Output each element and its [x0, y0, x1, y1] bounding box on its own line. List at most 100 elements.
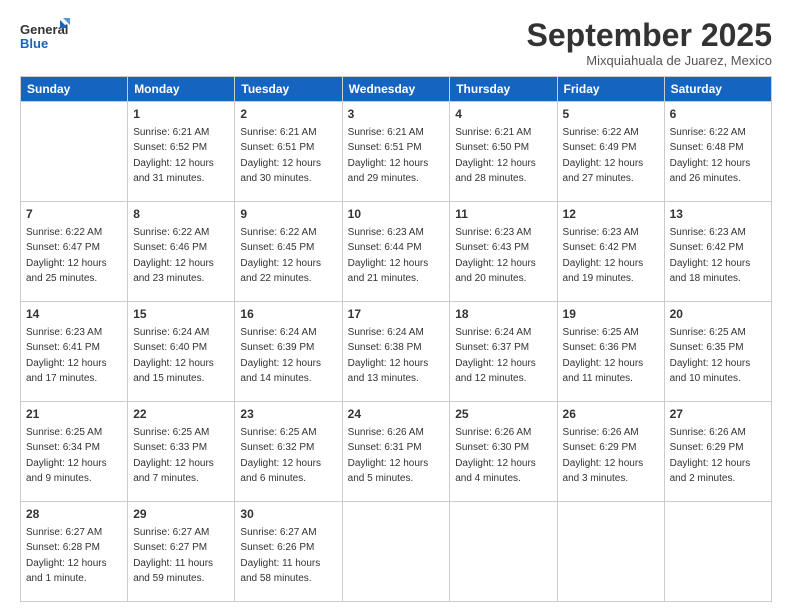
day-number: 8	[133, 206, 229, 223]
day-number: 19	[563, 306, 659, 323]
day-info: Sunrise: 6:23 AM Sunset: 6:42 PM Dayligh…	[563, 227, 644, 284]
day-number: 24	[348, 406, 445, 423]
calendar-cell	[21, 102, 128, 202]
week-row-2: 7Sunrise: 6:22 AM Sunset: 6:47 PM Daylig…	[21, 202, 772, 302]
calendar-body: 1 Sunrise: 6:21 AM Sunset: 6:52 PM Daylig…	[21, 102, 772, 602]
calendar-cell: 5 Sunrise: 6:22 AM Sunset: 6:49 PM Daylig…	[557, 102, 664, 202]
calendar-cell: 6 Sunrise: 6:22 AM Sunset: 6:48 PM Daylig…	[664, 102, 771, 202]
day-info: Sunrise: 6:22 AM Sunset: 6:45 PM Dayligh…	[240, 227, 321, 284]
calendar-cell: 29Sunrise: 6:27 AM Sunset: 6:27 PM Dayli…	[128, 502, 235, 602]
svg-text:Blue: Blue	[20, 36, 48, 51]
day-info: Sunrise: 6:26 AM Sunset: 6:31 PM Dayligh…	[348, 427, 429, 484]
logo: General Blue	[20, 18, 70, 56]
day-number: 16	[240, 306, 336, 323]
calendar-cell: 19 Sunrise: 6:25 AM Sunset: 6:36 PM Dayli…	[557, 302, 664, 402]
calendar-cell: 24 Sunrise: 6:26 AM Sunset: 6:31 PM Dayli…	[342, 402, 450, 502]
day-number: 20	[670, 306, 766, 323]
day-info: Sunrise: 6:25 AM Sunset: 6:33 PM Dayligh…	[133, 427, 214, 484]
header: General Blue September 2025 Mixquiahuala…	[20, 18, 772, 68]
day-info: Sunrise: 6:27 AM Sunset: 6:26 PM Dayligh…	[240, 527, 320, 584]
day-info: Sunrise: 6:24 AM Sunset: 6:40 PM Dayligh…	[133, 327, 214, 384]
calendar-cell: 20 Sunrise: 6:25 AM Sunset: 6:35 PM Dayli…	[664, 302, 771, 402]
calendar-cell: 8Sunrise: 6:22 AM Sunset: 6:46 PM Daylig…	[128, 202, 235, 302]
day-info: Sunrise: 6:21 AM Sunset: 6:51 PM Dayligh…	[240, 127, 321, 184]
calendar-cell: 15 Sunrise: 6:24 AM Sunset: 6:40 PM Dayli…	[128, 302, 235, 402]
calendar-cell: 10 Sunrise: 6:23 AM Sunset: 6:44 PM Dayli…	[342, 202, 450, 302]
day-info: Sunrise: 6:24 AM Sunset: 6:39 PM Dayligh…	[240, 327, 321, 384]
header-monday: Monday	[128, 77, 235, 102]
calendar-cell	[342, 502, 450, 602]
day-number: 10	[348, 206, 445, 223]
day-number: 2	[240, 106, 336, 123]
calendar-cell: 23 Sunrise: 6:25 AM Sunset: 6:32 PM Dayli…	[235, 402, 342, 502]
header-wednesday: Wednesday	[342, 77, 450, 102]
day-number: 15	[133, 306, 229, 323]
day-info: Sunrise: 6:21 AM Sunset: 6:52 PM Dayligh…	[133, 127, 214, 184]
calendar-cell: 3Sunrise: 6:21 AM Sunset: 6:51 PM Daylig…	[342, 102, 450, 202]
calendar-table: SundayMondayTuesdayWednesdayThursdayFrid…	[20, 76, 772, 602]
day-number: 12	[563, 206, 659, 223]
day-info: Sunrise: 6:24 AM Sunset: 6:37 PM Dayligh…	[455, 327, 536, 384]
day-info: Sunrise: 6:25 AM Sunset: 6:34 PM Dayligh…	[26, 427, 107, 484]
day-number: 14	[26, 306, 122, 323]
calendar-cell: 16 Sunrise: 6:24 AM Sunset: 6:39 PM Dayli…	[235, 302, 342, 402]
day-info: Sunrise: 6:22 AM Sunset: 6:49 PM Dayligh…	[563, 127, 644, 184]
calendar-header-row: SundayMondayTuesdayWednesdayThursdayFrid…	[21, 77, 772, 102]
calendar-cell: 26Sunrise: 6:26 AM Sunset: 6:29 PM Dayli…	[557, 402, 664, 502]
calendar-cell: 22 Sunrise: 6:25 AM Sunset: 6:33 PM Dayli…	[128, 402, 235, 502]
calendar-cell	[557, 502, 664, 602]
day-number: 1	[133, 106, 229, 123]
title-block: September 2025 Mixquiahuala de Juarez, M…	[527, 18, 772, 68]
calendar-cell: 27 Sunrise: 6:26 AM Sunset: 6:29 PM Dayli…	[664, 402, 771, 502]
day-info: Sunrise: 6:22 AM Sunset: 6:48 PM Dayligh…	[670, 127, 751, 184]
header-thursday: Thursday	[450, 77, 557, 102]
day-number: 7	[26, 206, 122, 223]
calendar-cell: 9 Sunrise: 6:22 AM Sunset: 6:45 PM Daylig…	[235, 202, 342, 302]
day-info: Sunrise: 6:23 AM Sunset: 6:41 PM Dayligh…	[26, 327, 107, 384]
calendar-cell: 13Sunrise: 6:23 AM Sunset: 6:42 PM Dayli…	[664, 202, 771, 302]
day-number: 26	[563, 406, 659, 423]
calendar-cell: 21Sunrise: 6:25 AM Sunset: 6:34 PM Dayli…	[21, 402, 128, 502]
day-info: Sunrise: 6:21 AM Sunset: 6:51 PM Dayligh…	[348, 127, 429, 184]
day-info: Sunrise: 6:26 AM Sunset: 6:29 PM Dayligh…	[670, 427, 751, 484]
calendar-cell: 14 Sunrise: 6:23 AM Sunset: 6:41 PM Dayli…	[21, 302, 128, 402]
day-number: 6	[670, 106, 766, 123]
day-info: Sunrise: 6:23 AM Sunset: 6:42 PM Dayligh…	[670, 227, 751, 284]
calendar-cell	[664, 502, 771, 602]
day-number: 9	[240, 206, 336, 223]
day-info: Sunrise: 6:21 AM Sunset: 6:50 PM Dayligh…	[455, 127, 536, 184]
main-title: September 2025	[527, 18, 772, 53]
day-number: 4	[455, 106, 551, 123]
day-number: 5	[563, 106, 659, 123]
week-row-3: 14 Sunrise: 6:23 AM Sunset: 6:41 PM Dayli…	[21, 302, 772, 402]
day-info: Sunrise: 6:27 AM Sunset: 6:28 PM Dayligh…	[26, 527, 107, 584]
day-info: Sunrise: 6:23 AM Sunset: 6:43 PM Dayligh…	[455, 227, 536, 284]
header-saturday: Saturday	[664, 77, 771, 102]
calendar-cell: 7Sunrise: 6:22 AM Sunset: 6:47 PM Daylig…	[21, 202, 128, 302]
day-info: Sunrise: 6:27 AM Sunset: 6:27 PM Dayligh…	[133, 527, 213, 584]
day-info: Sunrise: 6:25 AM Sunset: 6:35 PM Dayligh…	[670, 327, 751, 384]
calendar-cell: 25Sunrise: 6:26 AM Sunset: 6:30 PM Dayli…	[450, 402, 557, 502]
day-number: 30	[240, 506, 336, 523]
subtitle: Mixquiahuala de Juarez, Mexico	[527, 53, 772, 68]
logo-svg: General Blue	[20, 18, 70, 56]
calendar-cell: 18Sunrise: 6:24 AM Sunset: 6:37 PM Dayli…	[450, 302, 557, 402]
page: General Blue September 2025 Mixquiahuala…	[0, 0, 792, 612]
day-number: 23	[240, 406, 336, 423]
day-info: Sunrise: 6:24 AM Sunset: 6:38 PM Dayligh…	[348, 327, 429, 384]
calendar-cell	[450, 502, 557, 602]
calendar-cell: 11Sunrise: 6:23 AM Sunset: 6:43 PM Dayli…	[450, 202, 557, 302]
day-info: Sunrise: 6:23 AM Sunset: 6:44 PM Dayligh…	[348, 227, 429, 284]
day-info: Sunrise: 6:26 AM Sunset: 6:30 PM Dayligh…	[455, 427, 536, 484]
day-number: 27	[670, 406, 766, 423]
week-row-1: 1 Sunrise: 6:21 AM Sunset: 6:52 PM Daylig…	[21, 102, 772, 202]
day-info: Sunrise: 6:25 AM Sunset: 6:36 PM Dayligh…	[563, 327, 644, 384]
header-friday: Friday	[557, 77, 664, 102]
calendar-cell: 4 Sunrise: 6:21 AM Sunset: 6:50 PM Daylig…	[450, 102, 557, 202]
day-number: 22	[133, 406, 229, 423]
calendar-cell: 2 Sunrise: 6:21 AM Sunset: 6:51 PM Daylig…	[235, 102, 342, 202]
calendar-cell: 12 Sunrise: 6:23 AM Sunset: 6:42 PM Dayli…	[557, 202, 664, 302]
calendar-cell: 28Sunrise: 6:27 AM Sunset: 6:28 PM Dayli…	[21, 502, 128, 602]
day-info: Sunrise: 6:25 AM Sunset: 6:32 PM Dayligh…	[240, 427, 321, 484]
week-row-4: 21Sunrise: 6:25 AM Sunset: 6:34 PM Dayli…	[21, 402, 772, 502]
